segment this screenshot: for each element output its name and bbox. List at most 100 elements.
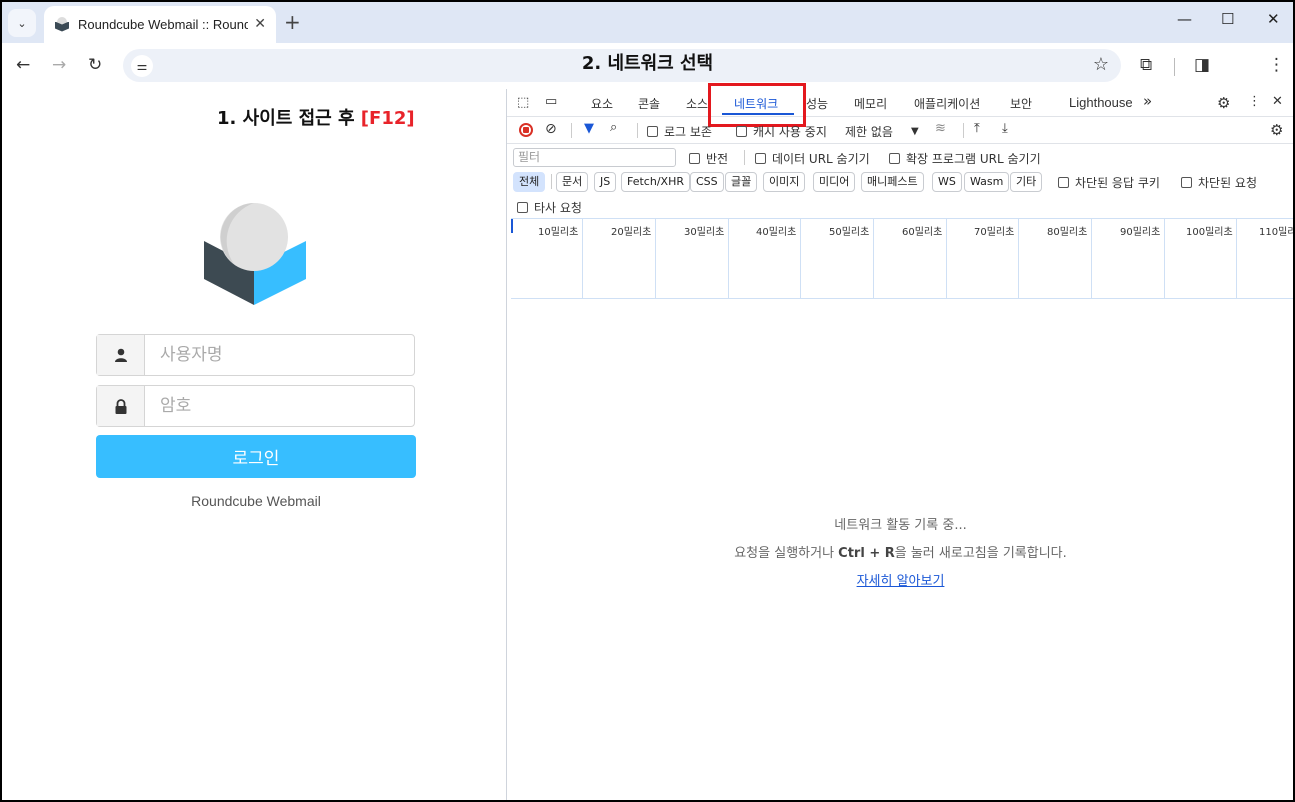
tab-search-button[interactable]: ⌄ bbox=[8, 9, 36, 37]
import-har-icon[interactable]: ⤒ bbox=[974, 121, 980, 136]
tab-close-icon[interactable]: ✕ bbox=[254, 16, 266, 32]
type-filter-img[interactable]: 이미지 bbox=[763, 172, 806, 192]
third-party-checkbox[interactable]: 타사 요청 bbox=[517, 199, 582, 216]
browser-tab[interactable]: Roundcube Webmail :: Roundcube Webmail ✕ bbox=[44, 6, 276, 43]
chevron-down-icon: ⌄ bbox=[17, 16, 27, 30]
network-conditions-icon[interactable]: ≋ bbox=[935, 121, 946, 136]
step1-key: [F12] bbox=[360, 108, 415, 129]
dropdown-caret-icon: ▼ bbox=[910, 126, 919, 137]
devtools-close-icon[interactable]: ✕ bbox=[1272, 94, 1283, 109]
webpage: 1. 사이트 접근 후 [F12] 로그인 Roundcube Webmail bbox=[2, 89, 506, 800]
devtools-tabbar: ⬚ ▭ 요소 콘솔 소스 네트워크 성능 메모리 애플리케이션 보안 Light… bbox=[507, 83, 1293, 127]
step2-annotation: 2. 네트워크 선택 bbox=[581, 53, 714, 74]
minimize-button[interactable]: — bbox=[1177, 10, 1192, 28]
timeline-cursor bbox=[511, 219, 513, 233]
invert-checkbox[interactable]: 반전 bbox=[689, 150, 728, 167]
type-filter-js[interactable]: JS bbox=[594, 172, 617, 192]
reload-hint-text: 요청을 실행하거나 Ctrl + R을 눌러 새로고침을 기록합니다. bbox=[734, 546, 1067, 561]
tab-memory[interactable]: 메모리 bbox=[854, 95, 887, 112]
inspect-element-icon[interactable]: ⬚ bbox=[517, 95, 529, 110]
invert-label: 반전 bbox=[706, 152, 729, 166]
learn-more-link[interactable]: 자세히 알아보기 bbox=[507, 570, 1293, 589]
lock-icon bbox=[97, 386, 145, 426]
timeline-gridline bbox=[1164, 219, 1165, 299]
timeline-label: 30밀리초 bbox=[684, 227, 725, 238]
preserve-log-checkbox[interactable]: 로그 보존 bbox=[647, 123, 712, 140]
devtools-panel: ⬚ ▭ 요소 콘솔 소스 네트워크 성능 메모리 애플리케이션 보안 Light… bbox=[506, 83, 1293, 800]
tab-performance[interactable]: 성능 bbox=[806, 95, 828, 112]
tab-sources[interactable]: 소스 bbox=[686, 95, 708, 112]
search-icon[interactable]: ⌕ bbox=[610, 120, 617, 135]
throttling-select[interactable]: 제한 없음 ▼ bbox=[845, 123, 919, 140]
extensions-icon[interactable]: ⧉ bbox=[1140, 55, 1152, 75]
tab-lighthouse[interactable]: Lighthouse bbox=[1069, 95, 1133, 110]
hide-data-urls-checkbox[interactable]: 데이터 URL 숨기기 bbox=[755, 150, 870, 167]
clear-icon[interactable]: ⊘ bbox=[545, 121, 557, 137]
timeline-gridline bbox=[800, 219, 801, 299]
step1-annotation: 1. 사이트 접근 후 [F12] bbox=[217, 104, 415, 130]
timeline-gridline bbox=[873, 219, 874, 299]
preserve-log-label: 로그 보존 bbox=[664, 125, 712, 139]
blocked-cookies-checkbox[interactable]: 차단된 응답 쿠키 bbox=[1058, 174, 1160, 191]
settings-gear-icon[interactable]: ⚙ bbox=[1217, 94, 1230, 112]
export-har-icon[interactable]: ⤓ bbox=[1002, 121, 1008, 136]
type-filter-doc[interactable]: 문서 bbox=[556, 172, 589, 192]
network-timeline-overview[interactable]: 10밀리초 20밀리초 30밀리초 40밀리초 50밀리초 60밀리초 70밀리… bbox=[511, 218, 1293, 299]
more-tabs-icon[interactable]: » bbox=[1143, 92, 1152, 110]
password-field bbox=[96, 385, 415, 427]
type-filter-ws[interactable]: WS bbox=[932, 172, 962, 192]
maximize-button[interactable]: ☐ bbox=[1221, 10, 1234, 28]
timeline-label: 40밀리초 bbox=[756, 227, 797, 238]
roundcube-logo-icon bbox=[204, 203, 306, 305]
username-input[interactable] bbox=[146, 335, 414, 375]
timeline-gridline bbox=[1018, 219, 1019, 299]
disable-cache-label: 캐시 사용 중지 bbox=[753, 125, 827, 139]
network-settings-icon[interactable]: ⚙ bbox=[1270, 121, 1283, 139]
login-button[interactable]: 로그인 bbox=[96, 435, 416, 478]
browser-toolbar: ← → ↻ ⚌ ☆ 2. 네트워크 선택 ⧉ ◨ ⋮ bbox=[2, 43, 1293, 89]
tab-application[interactable]: 애플리케이션 bbox=[914, 95, 980, 112]
timeline-label: 100밀리초 bbox=[1186, 227, 1233, 238]
blocked-requests-label: 차단된 요청 bbox=[1198, 176, 1258, 190]
device-toolbar-icon[interactable]: ▭ bbox=[545, 94, 557, 109]
type-filter-wasm[interactable]: Wasm bbox=[964, 172, 1010, 192]
disable-cache-checkbox[interactable]: 캐시 사용 중지 bbox=[736, 123, 827, 140]
timeline-label: 10밀리초 bbox=[538, 227, 579, 238]
side-panel-icon[interactable]: ◨ bbox=[1194, 55, 1210, 75]
timeline-label: 90밀리초 bbox=[1120, 227, 1161, 238]
timeline-gridline bbox=[946, 219, 947, 299]
step1-text: 1. 사이트 접근 후 bbox=[217, 108, 361, 129]
hide-extension-urls-label: 확장 프로그램 URL 숨기기 bbox=[906, 152, 1041, 166]
window-close-button[interactable]: ✕ bbox=[1267, 10, 1280, 28]
tab-console[interactable]: 콘솔 bbox=[638, 95, 660, 112]
tab-title: Roundcube Webmail :: Roundcube Webmail bbox=[78, 17, 248, 32]
menu-kebab-icon[interactable]: ⋮ bbox=[1268, 55, 1285, 75]
hide-extension-urls-checkbox[interactable]: 확장 프로그램 URL 숨기기 bbox=[889, 150, 1041, 167]
type-filter-css[interactable]: CSS bbox=[690, 172, 724, 192]
type-filter-fetch-xhr[interactable]: Fetch/XHR bbox=[621, 172, 690, 192]
tab-elements[interactable]: 요소 bbox=[591, 95, 613, 112]
toolbar-divider bbox=[1174, 58, 1175, 76]
browser-window: ⌄ Roundcube Webmail :: Roundcube Webmail… bbox=[0, 0, 1295, 802]
filter-input[interactable]: 필터 bbox=[513, 148, 676, 167]
new-tab-button[interactable]: + bbox=[284, 10, 301, 34]
password-input[interactable] bbox=[146, 386, 414, 426]
filter-row: 필터 반전 데이터 URL 숨기기 확장 프로그램 URL 숨기기 bbox=[507, 145, 1293, 169]
record-stop-icon[interactable] bbox=[519, 123, 533, 137]
timeline-label: 70밀리초 bbox=[974, 227, 1015, 238]
type-filter-font[interactable]: 글꼴 bbox=[725, 172, 758, 192]
type-filter-all[interactable]: 전체 bbox=[513, 172, 546, 192]
username-field bbox=[96, 334, 415, 376]
tab-security[interactable]: 보안 bbox=[1010, 95, 1032, 112]
shortcut-key: Ctrl + R bbox=[838, 546, 895, 561]
type-filter-manifest[interactable]: 매니페스트 bbox=[861, 172, 924, 192]
resource-type-filters: 전체 문서 JS Fetch/XHR CSS 글꼴 이미지 미디어 매니페스트 … bbox=[507, 170, 1293, 194]
timeline-label: 80밀리초 bbox=[1047, 227, 1088, 238]
divider bbox=[551, 174, 552, 189]
type-filter-other[interactable]: 기타 bbox=[1010, 172, 1043, 192]
blocked-cookies-label: 차단된 응답 쿠키 bbox=[1075, 176, 1160, 190]
devtools-menu-icon[interactable]: ⋮ bbox=[1248, 94, 1261, 109]
type-filter-media[interactable]: 미디어 bbox=[813, 172, 856, 192]
filter-funnel-icon[interactable]: ▼ bbox=[584, 121, 594, 136]
blocked-requests-checkbox[interactable]: 차단된 요청 bbox=[1181, 174, 1257, 191]
